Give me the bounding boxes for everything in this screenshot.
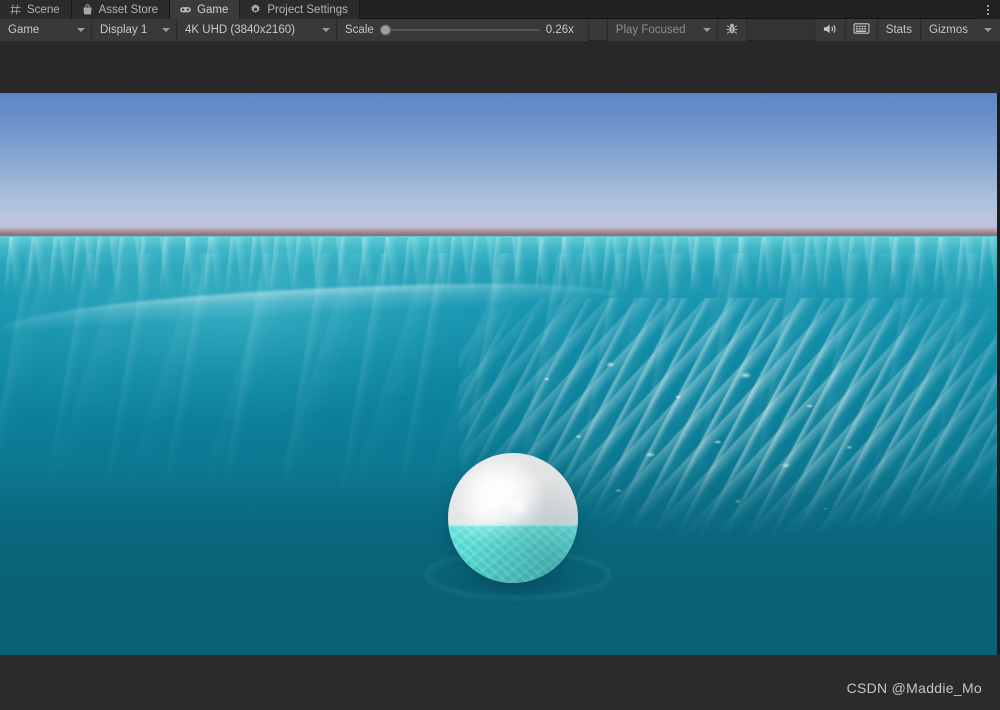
scale-slider-handle[interactable]	[379, 24, 391, 36]
sphere-specular-highlight	[505, 495, 532, 516]
scale-value: 0.26x	[545, 24, 574, 36]
tab-bar: Scene Asset Store Game Project Settings	[0, 0, 1000, 19]
tab-asset-store[interactable]: Asset Store	[71, 0, 171, 19]
stats-grid-button[interactable]	[845, 19, 878, 41]
tab-game[interactable]: Game	[170, 0, 241, 19]
gizmos-button[interactable]: Gizmos	[921, 19, 976, 41]
game-view-toolbar: Game Display 1 4K UHD (3840x2160) Scale …	[0, 19, 1000, 41]
tab-label: Asset Store	[98, 3, 159, 16]
resolution-dropdown[interactable]: 4K UHD (3840x2160)	[177, 19, 337, 41]
tab-scene[interactable]: Scene	[0, 0, 72, 19]
kebab-menu-icon[interactable]	[976, 0, 1000, 19]
chevron-down-icon	[77, 28, 85, 32]
rendered-scene	[0, 93, 997, 655]
sky-gradient	[0, 93, 997, 236]
chevron-down-icon	[984, 28, 992, 32]
unity-game-window: Scene Asset Store Game Project Settings …	[0, 0, 1000, 710]
resolution-label: 4K UHD (3840x2160)	[185, 24, 295, 36]
mute-audio-button[interactable]	[814, 19, 846, 41]
debug-toggle-button[interactable]	[717, 19, 747, 41]
chevron-down-icon	[702, 28, 711, 32]
scale-label: Scale	[345, 24, 374, 36]
view-mode-label: Game	[8, 24, 40, 36]
gear-icon	[249, 3, 262, 16]
tab-project-settings[interactable]: Project Settings	[240, 0, 360, 19]
chevron-down-icon	[322, 28, 330, 32]
tab-label: Project Settings	[267, 3, 348, 16]
tab-bar-spacer	[359, 0, 976, 18]
sphere-shading	[448, 453, 578, 583]
scale-slider-track	[379, 29, 540, 31]
display-label: Display 1	[100, 24, 148, 36]
play-mode-dropdown[interactable]: Play Focused	[607, 19, 718, 41]
tab-label: Game	[197, 3, 229, 16]
stats-label: Stats	[885, 24, 913, 36]
shopping-bag-icon	[81, 3, 94, 16]
scale-control[interactable]: Scale 0.26x	[337, 19, 589, 41]
letterbox-top	[0, 41, 1000, 93]
bug-icon	[725, 22, 739, 39]
speaker-icon	[822, 22, 838, 39]
view-mode-dropdown[interactable]: Game	[0, 19, 92, 41]
grid-icon	[9, 3, 22, 16]
gamepad-icon	[179, 3, 192, 16]
scale-slider[interactable]	[379, 24, 540, 36]
tab-label: Scene	[27, 3, 60, 16]
toolbar-spacer	[588, 19, 608, 40]
toolbar-blank-field[interactable]	[746, 19, 815, 40]
floating-sphere[interactable]	[448, 453, 578, 583]
display-dropdown[interactable]: Display 1	[92, 19, 177, 41]
gizmos-label: Gizmos	[929, 24, 968, 36]
game-view-canvas[interactable]: CSDN @Maddie_Mo	[0, 41, 1000, 710]
grid-overlay-icon	[853, 22, 870, 38]
chevron-down-icon	[162, 28, 170, 32]
stats-button[interactable]: Stats	[877, 19, 922, 41]
gizmos-dropdown[interactable]	[976, 19, 1000, 41]
watermark: CSDN @Maddie_Mo	[846, 680, 982, 696]
play-mode-label: Play Focused	[615, 24, 686, 36]
